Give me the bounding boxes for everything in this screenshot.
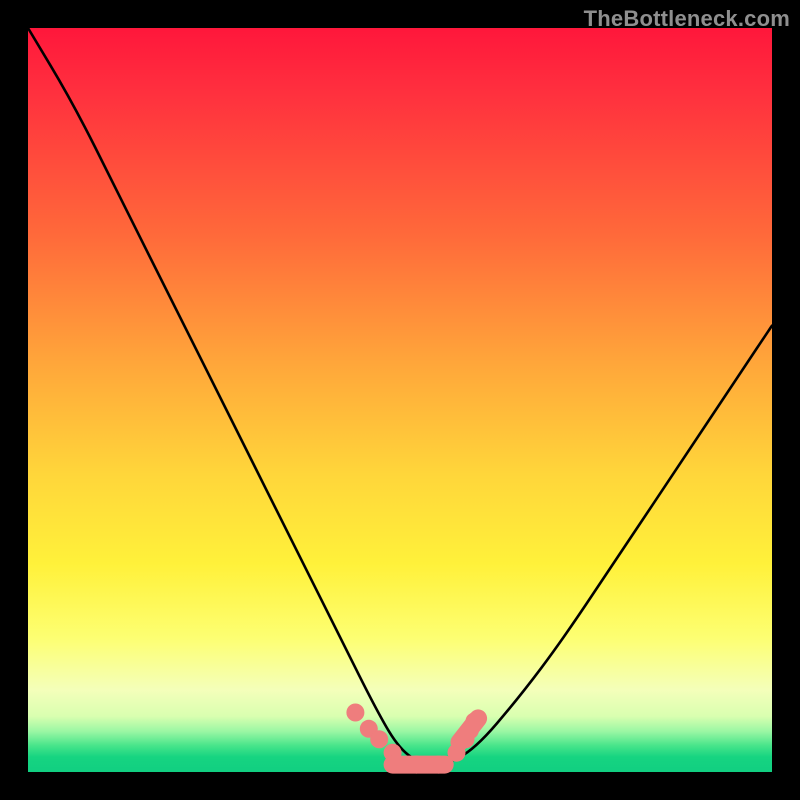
chart-frame: TheBottleneck.com (0, 0, 800, 800)
plot-background-gradient (28, 28, 772, 772)
watermark-label: TheBottleneck.com (584, 6, 790, 32)
